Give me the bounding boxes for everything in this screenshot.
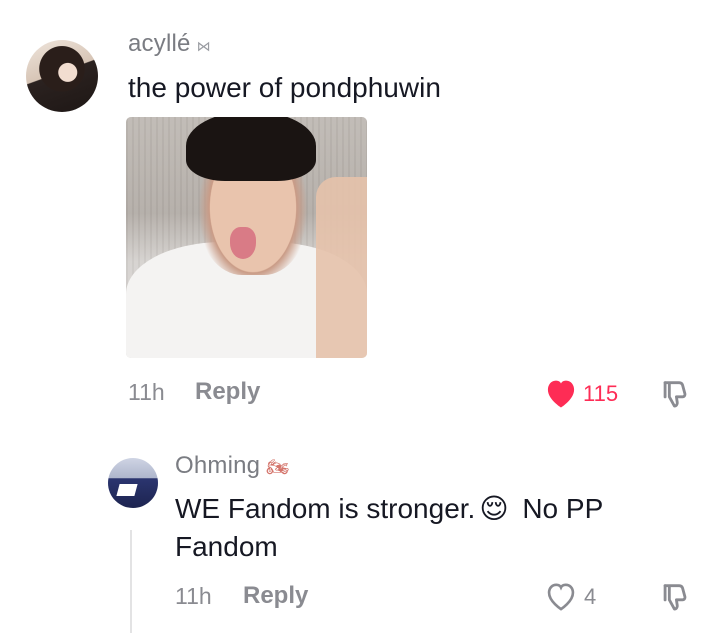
- photo-hair: [186, 117, 316, 181]
- comment-header: acyllé ⋈: [128, 30, 211, 58]
- photo-tongue: [230, 227, 256, 259]
- reply-text: WE Fandom is stronger. 😌 No PP Fandom: [175, 490, 695, 566]
- heart-icon[interactable]: [543, 580, 579, 612]
- avatar[interactable]: [26, 40, 98, 112]
- reply-button[interactable]: Reply: [195, 378, 260, 406]
- reply-header: Ohming 🏍: [175, 452, 289, 480]
- motorcycle-icon: 🏍: [266, 457, 290, 477]
- reply-text-line1-end: No PP: [514, 493, 604, 524]
- comment-text: the power of pondphuwin: [128, 72, 441, 103]
- like-count: 4: [584, 584, 597, 609]
- thumbs-down-icon[interactable]: [658, 580, 692, 614]
- reply-text-line1: WE Fandom is stronger.: [175, 493, 476, 524]
- username[interactable]: acyllé: [128, 30, 191, 57]
- reply-text-line2: Fandom: [175, 531, 278, 562]
- comment-photo[interactable]: [126, 117, 367, 358]
- thread-line: [130, 530, 132, 633]
- reply-button[interactable]: Reply: [243, 582, 308, 610]
- avatar[interactable]: [108, 458, 158, 508]
- heart-icon[interactable]: [543, 377, 579, 409]
- avatar-graphic: [116, 484, 138, 496]
- user-badge-icon: ⋈: [196, 38, 211, 54]
- comment-timestamp: 11h: [128, 379, 165, 405]
- photo-arm: [316, 177, 367, 358]
- username[interactable]: Ohming: [175, 452, 260, 479]
- like-count: 115: [583, 381, 619, 406]
- reply-timestamp: 11h: [175, 583, 212, 609]
- thumbs-down-icon[interactable]: [658, 377, 692, 411]
- relieved-face-icon: 😌: [479, 493, 509, 524]
